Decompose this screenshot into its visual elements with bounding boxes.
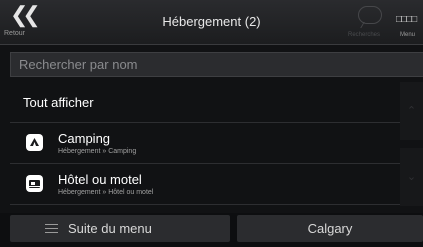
recent-searches-button[interactable]: Recherches (348, 0, 390, 44)
menu-label: Menu (400, 32, 416, 38)
list-item-name: Camping (58, 131, 111, 146)
scroll-down-button[interactable]: ⌄ (400, 148, 423, 206)
back-button[interactable]: ❮❮ Retour (0, 0, 44, 44)
header-bar: ❮❮ Retour Hébergement (2) Recherches □□□… (0, 0, 423, 45)
show-all-row[interactable]: Tout afficher (10, 82, 400, 123)
more-menu-button[interactable]: Suite du menu (10, 215, 230, 242)
camping-icon (26, 134, 43, 151)
recent-searches-label: Recherches (348, 32, 381, 38)
city-button[interactable]: Calgary (237, 215, 423, 242)
list-item-camping[interactable]: Camping Hébergement » Camping (10, 123, 400, 164)
list-item-path: Hébergement » Camping (58, 148, 137, 155)
scrollbar: ⌃ ⌄ (400, 82, 423, 210)
category-list: Tout afficher Camping Hébergement » Camp… (10, 82, 400, 205)
double-chevron-left-icon: ❮❮ (10, 2, 41, 27)
footer-bar: Suite du menu Calgary (0, 213, 423, 247)
back-label: Retour (4, 30, 26, 37)
scroll-up-button[interactable]: ⌃ (400, 82, 423, 140)
list-item-path: Hébergement » Hôtel ou motel (58, 189, 154, 196)
search-box (10, 52, 423, 77)
page-title: Hébergement (2) (162, 14, 261, 29)
more-menu-label: Suite du menu (68, 221, 152, 236)
chevron-down-icon: ⌄ (406, 171, 417, 183)
menu-button[interactable]: □□□□ Menu (392, 0, 423, 44)
grid-menu-icon: □□□□ (396, 14, 417, 25)
show-all-label: Tout afficher (23, 95, 94, 110)
search-input[interactable] (11, 53, 423, 76)
list-item-name: Hôtel ou motel (58, 172, 142, 187)
list-item-hotel[interactable]: Hôtel ou motel Hébergement » Hôtel ou mo… (10, 164, 400, 205)
city-label: Calgary (307, 221, 353, 236)
speech-bubble-icon (358, 6, 382, 24)
hotel-icon (26, 175, 43, 192)
chevron-up-icon: ⌃ (406, 105, 417, 117)
list-menu-icon (45, 224, 58, 233)
